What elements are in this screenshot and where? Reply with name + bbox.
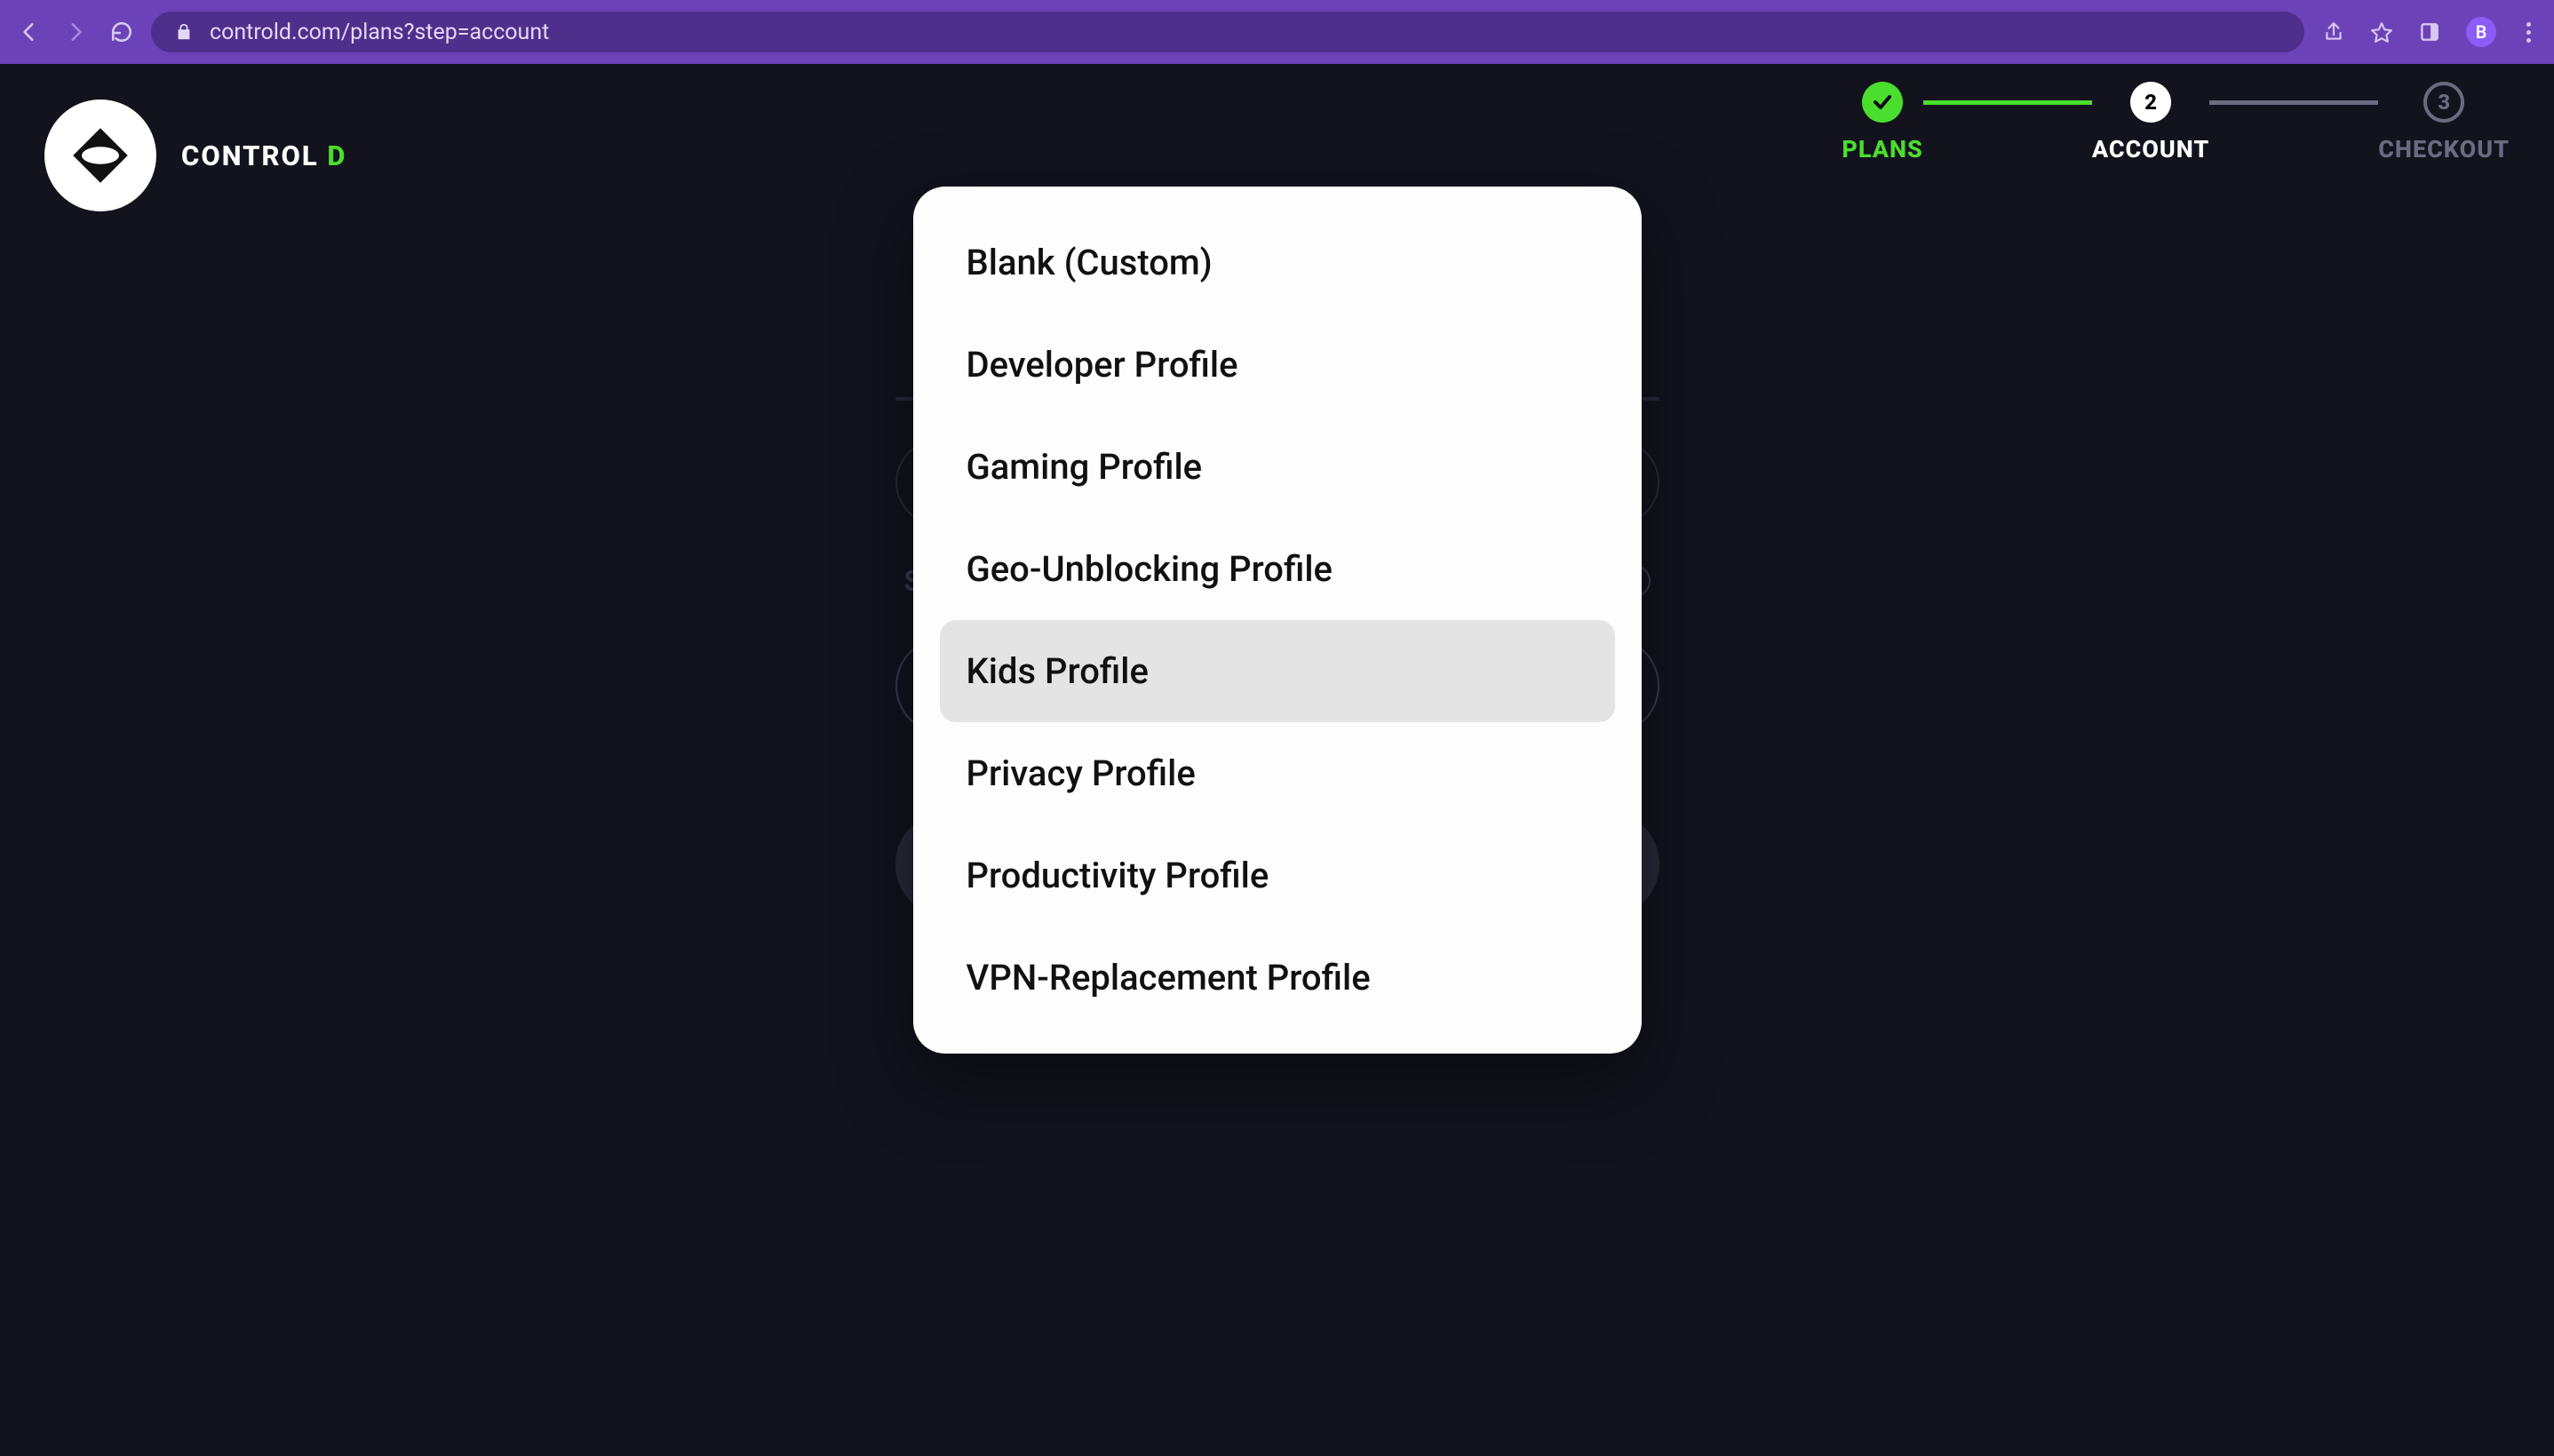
chrome-menu-icon[interactable]	[2521, 19, 2536, 46]
dropdown-option[interactable]: Developer Profile	[940, 314, 1615, 416]
star-icon[interactable]	[2370, 20, 2393, 44]
browser-action-icons: B	[2322, 17, 2536, 47]
step-label: CHECKOUT	[2378, 135, 2510, 163]
step-connector	[2209, 100, 2378, 105]
progress-stepper: PLANS 2 ACCOUNT 3 CHECKOUT	[1842, 82, 2510, 163]
nav-buttons	[18, 20, 133, 44]
reload-icon[interactable]	[110, 20, 133, 44]
address-bar[interactable]: controld.com/plans?step=account	[151, 12, 2304, 52]
browser-toolbar: controld.com/plans?step=account B	[0, 0, 2554, 64]
step-plans[interactable]: PLANS	[1842, 82, 1922, 163]
extensions-icon[interactable]	[2418, 20, 2441, 44]
dropdown-option[interactable]: Privacy Profile	[940, 722, 1615, 824]
dropdown-option[interactable]: Kids Profile	[940, 620, 1615, 722]
check-icon	[1862, 82, 1903, 123]
dropdown-option[interactable]: Productivity Profile	[940, 824, 1615, 927]
logo-text-accent: D	[327, 139, 346, 172]
lock-icon	[174, 22, 194, 42]
dropdown-option[interactable]: Geo-Unblocking Profile	[940, 518, 1615, 620]
step-account[interactable]: 2 ACCOUNT	[2092, 82, 2209, 163]
logo-mark	[44, 99, 156, 211]
step-number: 3	[2423, 82, 2464, 123]
dropdown-option[interactable]: VPN-Replacement Profile	[940, 927, 1615, 1029]
page-content: CONTROL D PLANS 2 ACCOUNT 3 CHECKOUT Cre…	[0, 64, 2554, 1456]
step-number: 2	[2130, 82, 2171, 123]
share-icon[interactable]	[2322, 20, 2345, 44]
dropdown-option[interactable]: Blank (Custom)	[940, 211, 1615, 314]
dropdown-option[interactable]: Gaming Profile	[940, 416, 1615, 518]
profile-avatar[interactable]: B	[2466, 17, 2496, 47]
back-icon[interactable]	[18, 20, 41, 44]
step-label: ACCOUNT	[2092, 135, 2209, 163]
address-bar-url: controld.com/plans?step=account	[210, 20, 549, 45]
forward-icon[interactable]	[64, 20, 87, 44]
logo-text: CONTROL D	[181, 139, 347, 172]
step-checkout[interactable]: 3 CHECKOUT	[2378, 82, 2510, 163]
step-label: PLANS	[1842, 135, 1922, 163]
logo-text-main: CONTROL	[181, 139, 327, 172]
profile-dropdown[interactable]: Blank (Custom)Developer ProfileGaming Pr…	[913, 187, 1642, 1054]
avatar-letter: B	[2476, 21, 2487, 43]
step-connector	[1923, 100, 2092, 105]
